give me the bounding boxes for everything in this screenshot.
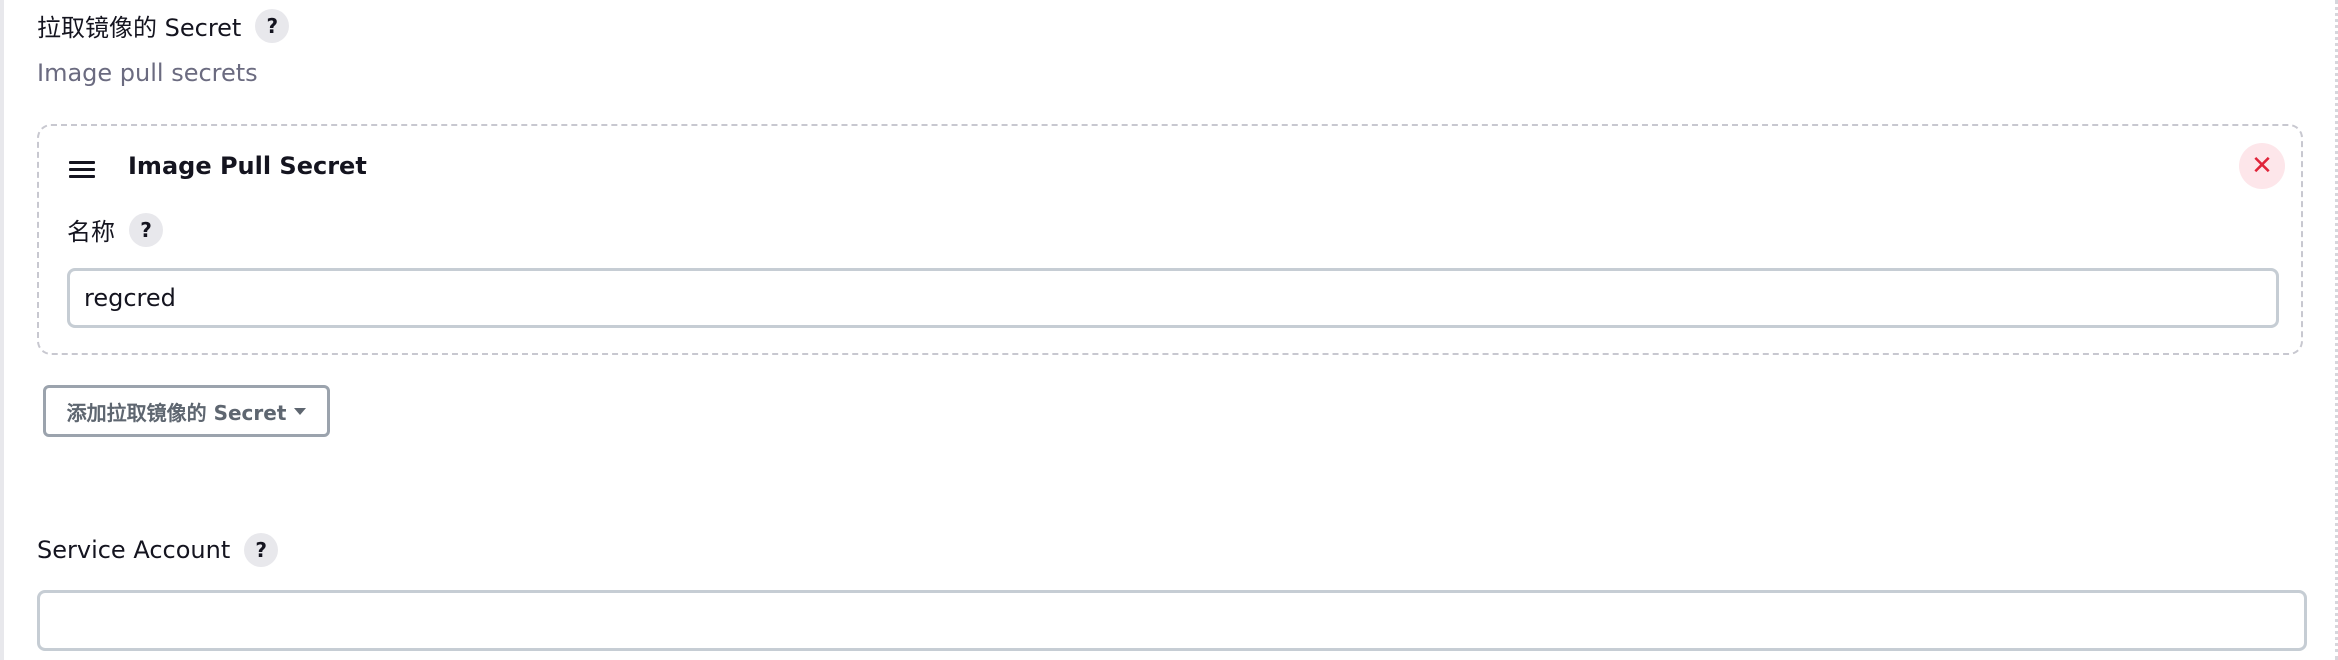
image-pull-secret-item: Image Pull Secret ✕ 名称 ? [37,124,2303,355]
service-account-input[interactable] [37,590,2307,651]
name-label-text: 名称 [67,218,115,246]
name-label: 名称 ? [67,212,163,247]
help-icon[interactable]: ? [255,8,290,43]
service-account-label-text: Service Account [37,536,231,564]
help-icon[interactable]: ? [244,533,279,567]
image-pull-secret-title: Image Pull Secret [128,152,367,180]
caret-down-icon [294,407,307,415]
secret-name-input[interactable] [67,268,2279,328]
add-button-label: 添加拉取镜像的 Secret [66,400,287,425]
drag-handle-icon[interactable] [69,161,95,181]
add-image-pull-secret-button[interactable]: 添加拉取镜像的 Secret [43,385,330,437]
left-panel-border [0,0,4,660]
image-pull-secrets-label: 拉取镜像的 Secret ? [37,8,290,43]
service-account-label: Service Account ? [37,533,279,567]
help-icon[interactable]: ? [129,212,163,247]
image-pull-secrets-label-text: 拉取镜像的 Secret [37,14,242,42]
image-pull-secrets-description: Image pull secrets [37,59,258,87]
delete-secret-button[interactable]: ✕ [2239,143,2285,189]
